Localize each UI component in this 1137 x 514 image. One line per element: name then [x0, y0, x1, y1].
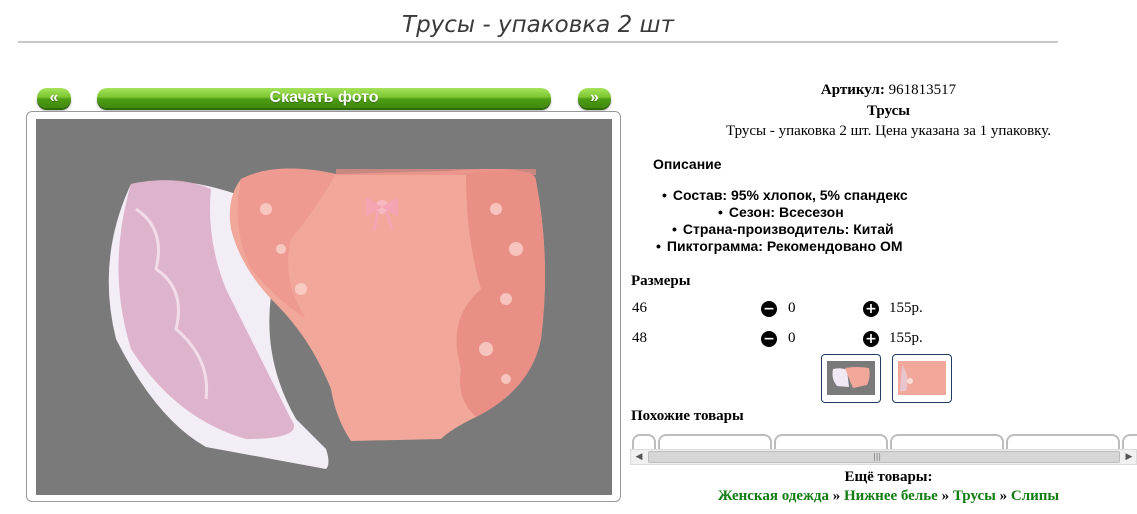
size-value: 46 [632, 300, 647, 316]
thumbnail-image [827, 361, 875, 395]
grip-icon: ||| [873, 452, 882, 461]
carousel-item[interactable] [1122, 434, 1137, 450]
photo-frame [26, 111, 621, 502]
carousel-item[interactable] [774, 434, 888, 450]
thumbnail-image-graphic [898, 361, 946, 395]
similar-heading: Похожие товары [631, 408, 744, 424]
carousel-item[interactable] [890, 434, 1004, 450]
spec-item: Пиктограмма: Рекомендовано ОМ [656, 238, 903, 254]
thumbnail-image-graphic [827, 361, 875, 395]
spec-item: Страна-производитель: Китай [672, 221, 894, 237]
description-heading: Описание [653, 156, 722, 172]
quantity-value: 0 [788, 330, 796, 346]
plus-circle-icon[interactable]: + [863, 301, 879, 317]
product-summary: Трусы - упаковка 2 шт. Цена указана за 1… [726, 123, 1051, 139]
spec-item: Сезон: Всесезон [718, 204, 844, 220]
carousel-item[interactable] [658, 434, 772, 450]
sizes-heading: Размеры [631, 273, 691, 289]
carousel-item[interactable] [632, 434, 656, 450]
scroll-right-icon[interactable]: ▶ [1122, 450, 1136, 464]
crumb-link[interactable]: Трусы [953, 488, 996, 504]
crumb-separator: » [832, 488, 841, 504]
title-divider [18, 41, 1058, 43]
page-title: Трусы - упаковка 2 шт [402, 12, 674, 38]
minus-circle-icon[interactable]: − [761, 301, 777, 317]
scrollbar-thumb[interactable]: ||| [648, 451, 1120, 463]
similar-carousel[interactable] [630, 432, 1137, 450]
product-photo[interactable] [36, 119, 612, 495]
category-breadcrumb: Женская одежда » Нижнее белье » Трусы » … [630, 488, 1137, 505]
product-name: Трусы [867, 103, 910, 119]
size-row: 46 − 0 + 155р. [630, 300, 1137, 324]
price-value: 155р. [889, 300, 923, 316]
size-row: 48 − 0 + 155р. [630, 330, 1137, 354]
thumbnail-image [898, 361, 946, 395]
product-photo-image [36, 119, 612, 495]
photo-thumbnail[interactable] [821, 354, 881, 403]
plus-circle-icon[interactable]: + [863, 331, 879, 347]
size-value: 48 [632, 330, 647, 346]
price-value: 155р. [889, 330, 923, 346]
minus-circle-icon[interactable]: − [761, 331, 777, 347]
crumb-link[interactable]: Слипы [1011, 488, 1059, 504]
carousel-item[interactable] [1006, 434, 1120, 450]
article-label: Артикул: [820, 82, 885, 98]
spec-item: Состав: 95% хлопок, 5% спандекс [662, 187, 908, 203]
prev-photo-button[interactable]: « [37, 88, 71, 108]
crumb-separator: » [999, 488, 1008, 504]
download-photo-button[interactable]: Скачать фото [97, 88, 551, 108]
article-line: Артикул: 961813517 [630, 82, 1137, 99]
quantity-value: 0 [788, 300, 796, 316]
scroll-left-icon[interactable]: ◀ [632, 450, 646, 464]
article-value: 961813517 [888, 82, 957, 98]
next-photo-button[interactable]: » [578, 88, 611, 108]
carousel-scrollbar[interactable]: ◀ ||| ▶ [630, 449, 1137, 465]
crumb-separator: » [941, 488, 950, 504]
crumb-link[interactable]: Нижнее белье [844, 488, 938, 504]
photo-thumbnail[interactable] [892, 354, 952, 403]
crumb-link[interactable]: Женская одежда [718, 488, 829, 504]
more-products-heading: Ещё товары: [844, 469, 933, 485]
